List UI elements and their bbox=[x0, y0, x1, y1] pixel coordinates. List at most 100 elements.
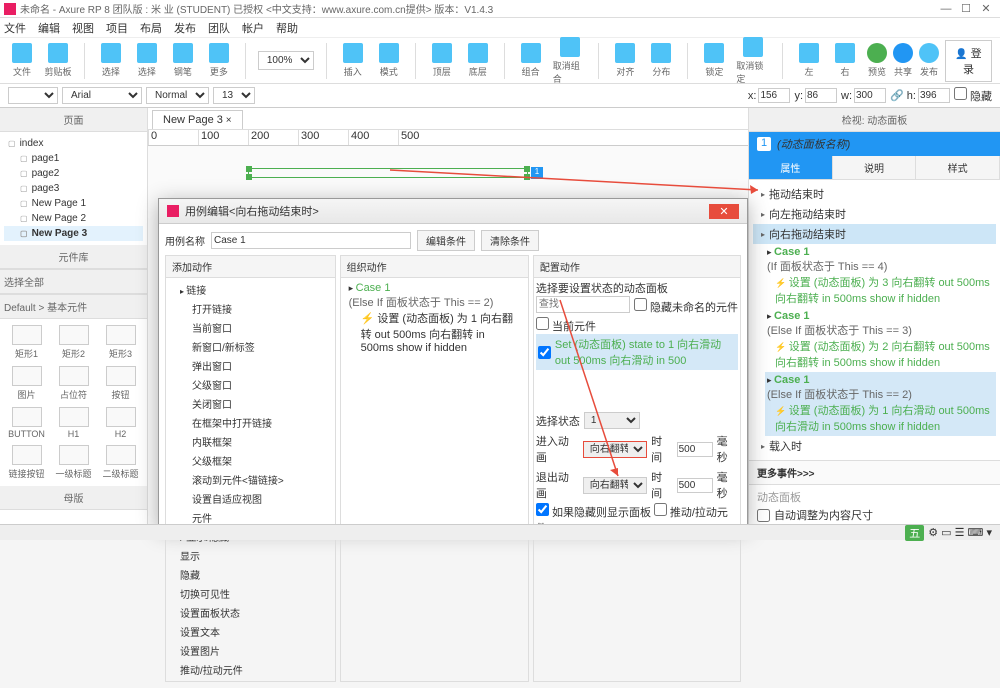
event-item[interactable]: 向左拖动结束时 bbox=[753, 204, 996, 224]
tool-取消组合[interactable]: 取消组合 bbox=[553, 37, 587, 85]
page-item[interactable]: New Page 1 bbox=[4, 196, 143, 211]
page-item[interactable]: New Page 2 bbox=[4, 211, 143, 226]
login-button[interactable]: 👤 登录 bbox=[945, 40, 992, 82]
current-widget-checkbox[interactable]: 当前元件 bbox=[536, 321, 596, 333]
tab-说明[interactable]: 说明 bbox=[833, 156, 917, 179]
tool-选择[interactable]: 选择 bbox=[133, 43, 161, 78]
tool-模式[interactable]: 模式 bbox=[375, 43, 403, 78]
zoom-select[interactable]: 100% bbox=[258, 51, 314, 70]
action-tree-item[interactable]: 打开链接 bbox=[168, 299, 333, 318]
action-tree-item[interactable]: 链接 bbox=[168, 280, 333, 299]
widget-链接按钮[interactable]: 链接按钮 bbox=[6, 445, 47, 480]
tab-属性[interactable]: 属性 bbox=[749, 156, 833, 179]
case-item[interactable]: ▸ Case 1(If 面板状态于 This == 4)⚡ 设置 (动态面板) … bbox=[765, 244, 996, 308]
hidden-checkbox[interactable]: 隐藏 bbox=[954, 87, 992, 104]
tool-文件[interactable]: 文件 bbox=[8, 43, 36, 78]
hide-unnamed-checkbox[interactable]: 隐藏未命名的元件 bbox=[634, 298, 738, 315]
page-item[interactable]: New Page 3 bbox=[4, 226, 143, 241]
menu-编辑[interactable]: 编辑 bbox=[38, 20, 60, 36]
event-item[interactable]: 拖动结束时 bbox=[753, 184, 996, 204]
h-input[interactable] bbox=[918, 88, 950, 103]
x-input[interactable] bbox=[758, 88, 790, 103]
tool-发布[interactable]: 发布 bbox=[919, 43, 939, 78]
more-events[interactable]: 更多事件>>> bbox=[749, 460, 1000, 485]
exit-anim-select[interactable]: 向右翻转 bbox=[583, 477, 647, 494]
widget-占位符[interactable]: 占位符 bbox=[53, 366, 94, 401]
widget-矩形1[interactable]: 矩形1 bbox=[6, 325, 47, 360]
tab-样式[interactable]: 样式 bbox=[916, 156, 1000, 179]
action-tree-item[interactable]: 内联框架 bbox=[168, 432, 333, 451]
tool-预览[interactable]: 预览 bbox=[867, 43, 887, 78]
ime-icons[interactable]: ⚙ ▭ ☰ ⌨ ▾ bbox=[928, 526, 992, 539]
action-tree-item[interactable]: 父级窗口 bbox=[168, 375, 333, 394]
tool-顶层[interactable]: 顶层 bbox=[428, 43, 456, 78]
page-item[interactable]: index bbox=[4, 136, 143, 151]
action-tree-item[interactable]: 弹出窗口 bbox=[168, 356, 333, 375]
tool-钢笔[interactable]: 钢笔 bbox=[169, 43, 197, 78]
menu-文件[interactable]: 文件 bbox=[4, 20, 26, 36]
tool-左[interactable]: 左 bbox=[795, 43, 823, 78]
menu-视图[interactable]: 视图 bbox=[72, 20, 94, 36]
edit-condition-button[interactable]: 编辑条件 bbox=[417, 230, 475, 251]
widget-图片[interactable]: 图片 bbox=[6, 366, 47, 401]
tool-锁定[interactable]: 锁定 bbox=[700, 43, 728, 78]
enter-time-input[interactable] bbox=[677, 442, 713, 457]
action-tree-item[interactable]: 隐藏 bbox=[168, 565, 333, 584]
action-tree-item[interactable]: 切换可见性 bbox=[168, 584, 333, 603]
menu-项目[interactable]: 项目 bbox=[106, 20, 128, 36]
case-name-input[interactable] bbox=[211, 232, 411, 249]
page-item[interactable]: page3 bbox=[4, 181, 143, 196]
widget-二级标题[interactable]: 二级标题 bbox=[100, 445, 141, 480]
tool-分布[interactable]: 分布 bbox=[647, 43, 675, 78]
selected-widget[interactable]: 1 bbox=[248, 168, 528, 178]
tool-共享[interactable]: 共享 bbox=[893, 43, 913, 78]
tool-右[interactable]: 右 bbox=[831, 43, 859, 78]
page-item[interactable]: page1 bbox=[4, 151, 143, 166]
tool-插入[interactable]: 插入 bbox=[339, 43, 367, 78]
tool-更多[interactable]: 更多 bbox=[205, 43, 233, 78]
action-tree-item[interactable]: 父级框架 bbox=[168, 451, 333, 470]
font-size-select[interactable]: 13 bbox=[213, 87, 255, 104]
widget-H2[interactable]: H2 bbox=[100, 407, 141, 439]
y-input[interactable] bbox=[805, 88, 837, 103]
page-tab[interactable]: New Page 3 × bbox=[152, 110, 243, 129]
page-item[interactable]: page2 bbox=[4, 166, 143, 181]
panel-name[interactable]: 1(动态面板名称) bbox=[749, 132, 1000, 156]
widget-H1[interactable]: H1 bbox=[53, 407, 94, 439]
action-tree-item[interactable]: 关闭窗口 bbox=[168, 394, 333, 413]
tool-剪贴板[interactable]: 剪贴板 bbox=[44, 43, 72, 78]
event-item[interactable]: 载入时 bbox=[753, 436, 996, 456]
enter-anim-select[interactable]: 向右翻转 bbox=[583, 441, 647, 458]
menu-团队[interactable]: 团队 bbox=[208, 20, 230, 36]
w-input[interactable] bbox=[854, 88, 886, 103]
search-input[interactable] bbox=[536, 296, 631, 313]
action-tree-item[interactable]: 设置图片 bbox=[168, 641, 333, 660]
action-tree-item[interactable]: 设置自适应视图 bbox=[168, 489, 333, 508]
tool-对齐[interactable]: 对齐 bbox=[611, 43, 639, 78]
show-if-hidden-checkbox[interactable]: 如果隐藏则显示面板 bbox=[536, 507, 651, 519]
widget-矩形3[interactable]: 矩形3 bbox=[100, 325, 141, 360]
dialog-close-icon[interactable]: ✕ bbox=[709, 204, 739, 219]
action-tree-item[interactable]: 在框架中打开链接 bbox=[168, 413, 333, 432]
case-item[interactable]: ▸ Case 1(Else If 面板状态于 This == 2)⚡ 设置 (动… bbox=[765, 372, 996, 436]
close-icon[interactable]: ✕ bbox=[976, 2, 996, 15]
tool-组合[interactable]: 组合 bbox=[517, 43, 545, 78]
exit-time-input[interactable] bbox=[677, 478, 713, 493]
widget-style-select[interactable] bbox=[8, 87, 58, 104]
action-tree-item[interactable]: 滚动到元件<锚链接> bbox=[168, 470, 333, 489]
widget-一级标题[interactable]: 一级标题 bbox=[53, 445, 94, 480]
dialog-titlebar[interactable]: 用例编辑<向右拖动结束时> ✕ bbox=[159, 199, 747, 224]
set-state-line[interactable]: Set (动态面板) state to 1 向右滑动 out 500ms 向右滑… bbox=[536, 334, 738, 370]
action-tree-item[interactable]: 当前窗口 bbox=[168, 318, 333, 337]
widget-矩形2[interactable]: 矩形2 bbox=[53, 325, 94, 360]
maximize-icon[interactable]: ☐ bbox=[956, 2, 976, 15]
tool-取消锁定[interactable]: 取消锁定 bbox=[736, 37, 770, 85]
menu-帐户[interactable]: 帐户 bbox=[242, 20, 264, 36]
clear-condition-button[interactable]: 清除条件 bbox=[481, 230, 539, 251]
widget-BUTTON[interactable]: BUTTON bbox=[6, 407, 47, 439]
auto-fit-checkbox[interactable]: 自动调整为内容尺寸 bbox=[757, 505, 992, 524]
tool-底层[interactable]: 底层 bbox=[464, 43, 492, 78]
state-select[interactable]: 1 bbox=[584, 412, 640, 429]
ime-badge[interactable]: 五 bbox=[905, 525, 924, 541]
org-case[interactable]: ▸ Case 1 (Else If 面板状态于 This == 2) ⚡ 设置 … bbox=[343, 280, 526, 356]
